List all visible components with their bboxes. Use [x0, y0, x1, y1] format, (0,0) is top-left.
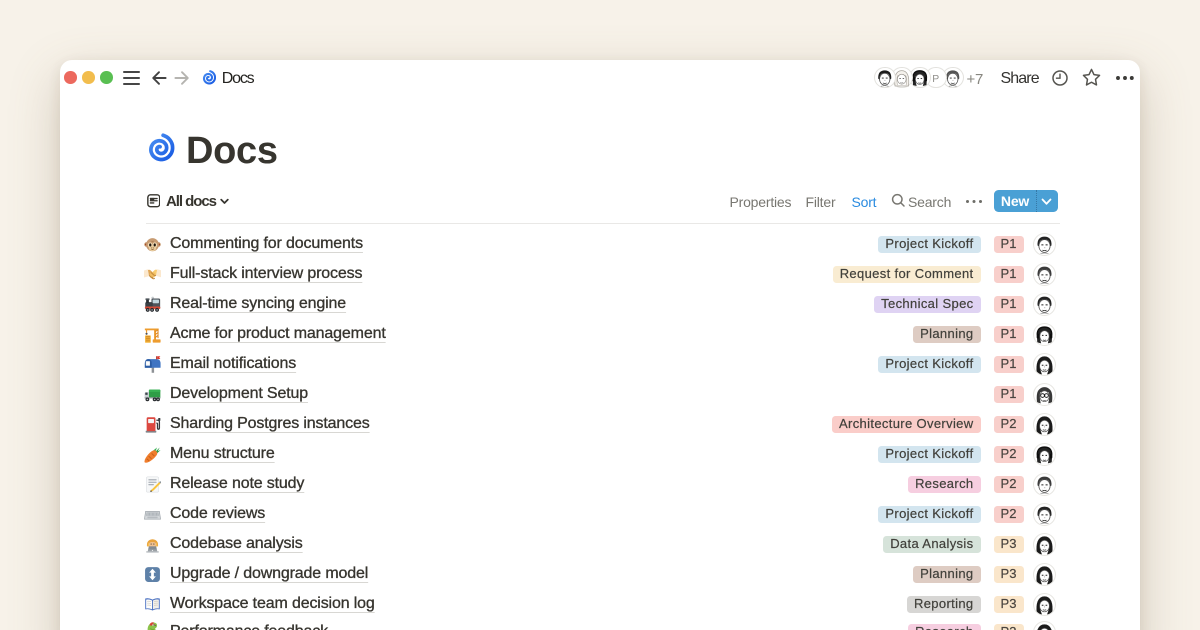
svg-text:P: P [932, 74, 939, 85]
